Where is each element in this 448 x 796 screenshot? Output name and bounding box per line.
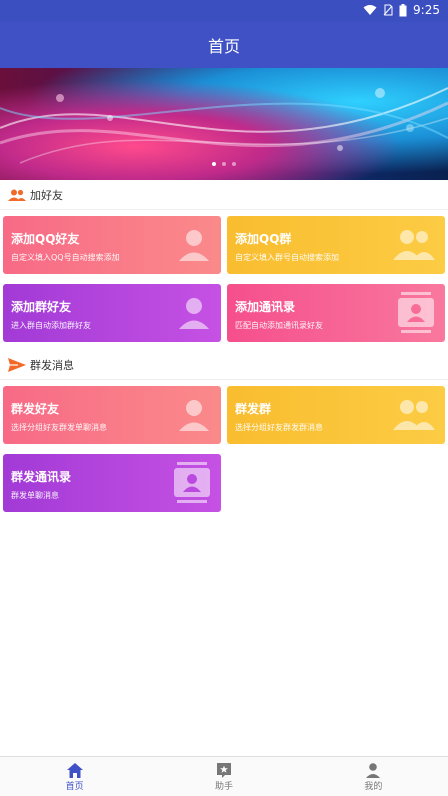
page-title: 首页: [207, 37, 240, 56]
person-icon: [179, 230, 209, 261]
send-icon: [8, 357, 26, 372]
section-title: 群发消息: [30, 358, 74, 372]
nav-home[interactable]: 首页: [0, 757, 149, 796]
add-qq-group-card[interactable]: 添加QQ群 自定义填入群号自动搜索添加: [227, 216, 445, 274]
add-qq-friend-card[interactable]: 添加QQ好友 自定义填入QQ号自动搜索添加: [3, 216, 221, 274]
mass-group-card[interactable]: 群发群 选择分组好友群发群消息: [227, 386, 445, 444]
nav-mine-label: 我的: [364, 782, 383, 792]
people-icon: [8, 188, 26, 202]
helper-chat-icon: [216, 761, 232, 779]
section-title: 加好友: [30, 188, 63, 202]
sim-icon: [383, 4, 393, 16]
carousel-indicator: [0, 162, 448, 166]
banner-carousel[interactable]: [0, 68, 448, 180]
person-icon: [179, 400, 209, 431]
section-header-mass-message: 群发消息: [0, 350, 448, 380]
section-header-add-friend: 加好友: [0, 180, 448, 210]
nav-home-label: 首页: [65, 782, 84, 792]
battery-icon: [399, 3, 407, 16]
add-contacts-card[interactable]: 添加通讯录 匹配自动添加通讯录好友: [227, 284, 445, 342]
mass-contacts-card[interactable]: 群发通讯录 群发单聊消息: [3, 454, 221, 512]
mass-message-grid: 群发好友 选择分组好友群发单聊消息 群发群 选择分组好友群发群消息 群发通讯录 …: [0, 380, 448, 520]
app-bar: 首页: [0, 22, 448, 68]
bottom-navigation: 首页 助手 我的: [0, 756, 448, 796]
nav-mine[interactable]: 我的: [299, 757, 448, 796]
user-icon: [366, 761, 381, 779]
carousel-dot[interactable]: [222, 162, 226, 166]
nav-helper[interactable]: 助手: [149, 757, 298, 796]
status-icons: 9:25: [363, 3, 440, 17]
status-time: 9:25: [413, 3, 440, 17]
group-icon: [393, 400, 435, 430]
contacts-book-icon: [174, 462, 210, 503]
mass-friend-card[interactable]: 群发好友 选择分组好友群发单聊消息: [3, 386, 221, 444]
carousel-dot[interactable]: [232, 162, 236, 166]
add-group-friend-card[interactable]: 添加群好友 进入群自动添加群好友: [3, 284, 221, 342]
carousel-dot[interactable]: [212, 162, 216, 166]
contacts-book-icon: [398, 292, 434, 333]
group-icon: [393, 230, 435, 260]
nav-helper-label: 助手: [214, 782, 233, 792]
add-friend-grid: 添加QQ好友 自定义填入QQ号自动搜索添加 添加QQ群 自定义填入群号自动搜索添…: [0, 210, 448, 350]
status-bar: 9:25: [0, 0, 448, 22]
home-icon: [66, 761, 83, 779]
wifi-icon: [363, 5, 377, 15]
person-icon: [179, 298, 209, 329]
